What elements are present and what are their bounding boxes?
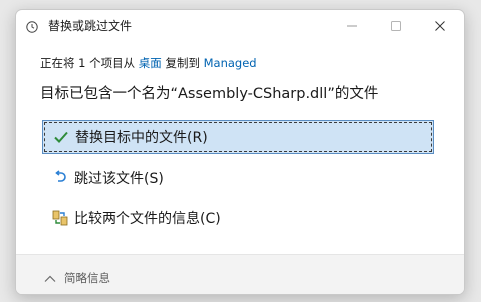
- checkmark-icon: [51, 127, 71, 147]
- transfer-middle: 复制到: [161, 56, 204, 70]
- transfer-prefix: 正在将 1 个项目从: [40, 56, 139, 70]
- conflict-heading: 目标已包含一个名为“Assembly-CSharp.dll”的文件: [40, 86, 379, 102]
- maximize-button[interactable]: [374, 10, 418, 40]
- compare-files-option[interactable]: 比较两个文件的信息(C): [42, 201, 434, 235]
- source-folder-link[interactable]: 桌面: [139, 56, 162, 70]
- destination-folder-link[interactable]: Managed: [204, 56, 257, 70]
- clock-icon: [26, 18, 38, 33]
- less-details-label: 简略信息: [64, 271, 110, 285]
- close-icon: [435, 16, 445, 35]
- chevron-up-icon: [44, 273, 56, 283]
- skip-file-label: 跳过该文件(S): [74, 171, 164, 187]
- skip-undo-icon: [50, 168, 70, 188]
- less-details-toggle[interactable]: 简略信息: [44, 270, 110, 286]
- title-bar[interactable]: 替换或跳过文件: [16, 10, 464, 42]
- replace-or-skip-dialog: 替换或跳过文件 正在将 1 个项目从 桌面 复制到 Managed 目标已包含一…: [15, 9, 465, 295]
- replace-file-option[interactable]: 替换目标中的文件(R): [42, 120, 434, 154]
- skip-file-option[interactable]: 跳过该文件(S): [42, 161, 434, 195]
- transfer-description: 正在将 1 个项目从 桌面 复制到 Managed: [40, 55, 257, 71]
- window-title: 替换或跳过文件: [48, 19, 133, 33]
- minimize-icon: [347, 16, 357, 35]
- replace-file-label: 替换目标中的文件(R): [75, 130, 208, 146]
- close-button[interactable]: [418, 10, 462, 40]
- dialog-footer: 简略信息: [16, 254, 464, 294]
- minimize-button[interactable]: [330, 10, 374, 40]
- compare-files-label: 比较两个文件的信息(C): [74, 211, 221, 227]
- maximize-icon: [391, 16, 401, 35]
- compare-files-icon: [50, 208, 70, 228]
